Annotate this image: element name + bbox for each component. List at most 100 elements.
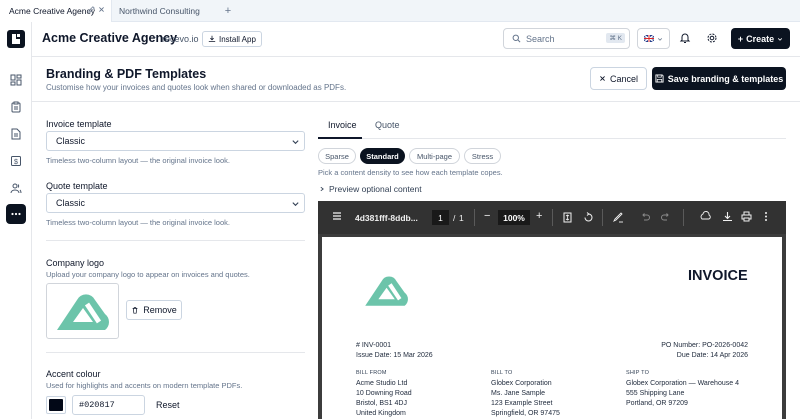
cancel-label: Cancel xyxy=(609,73,638,84)
rotate-icon[interactable] xyxy=(583,212,594,225)
invoice-logo xyxy=(365,276,408,306)
zoom-out-icon[interactable]: − xyxy=(484,210,490,222)
tab-invoice[interactable]: Invoice xyxy=(328,120,357,130)
bill-from-line: Bristol, BS1 4DJ xyxy=(356,400,407,407)
pdf-viewer: 4d381fff-8ddb... 1 / 1 − 100% + INVOICE … xyxy=(318,201,786,419)
invoice-template-help: Timeless two-column layout — the origina… xyxy=(46,156,230,165)
accent-colour-label: Accent colour xyxy=(46,369,101,379)
density-standard[interactable]: Standard xyxy=(360,148,405,164)
download-icon xyxy=(208,35,216,42)
pdf-total-pages: 1 xyxy=(459,213,464,223)
pdf-file-name: 4d381fff-8ddb... xyxy=(355,213,418,223)
preview-optional-toggle[interactable]: Preview optional content xyxy=(319,184,422,194)
accent-colour-input[interactable]: #020817 xyxy=(72,395,145,415)
remove-logo-button[interactable]: Remove xyxy=(126,300,182,320)
pdf-page-input[interactable]: 1 xyxy=(432,210,449,225)
bill-to-line: Globex Corporation xyxy=(491,380,552,387)
save-to-drive-icon[interactable] xyxy=(700,211,711,224)
browser-tab-label: Acme Creative Agency xyxy=(9,6,95,16)
cancel-button[interactable]: Cancel xyxy=(590,67,647,90)
bill-to-line: 123 Example Street xyxy=(491,400,553,407)
active-tab-indicator xyxy=(318,137,362,139)
ship-to-line: Globex Corporation — Warehouse 4 xyxy=(626,380,739,387)
ship-to-line: 555 Shipping Lane xyxy=(626,390,685,397)
more-icon[interactable] xyxy=(6,204,26,224)
more-vertical-icon[interactable] xyxy=(764,211,768,224)
search-placeholder: Search xyxy=(526,33,555,44)
toolbar-divider xyxy=(602,209,603,226)
invoice-template-label: Invoice template xyxy=(46,119,112,129)
dashboard-icon[interactable] xyxy=(6,70,26,90)
accent-colour-help: Used for highlights and accents on moder… xyxy=(46,381,243,390)
reset-colour-button[interactable]: Reset xyxy=(156,400,180,410)
save-branding-button[interactable]: Save branding & templates xyxy=(652,67,786,90)
company-logo-help: Upload your company logo to appear on in… xyxy=(46,270,250,279)
quote-template-label: Quote template xyxy=(46,181,108,191)
document-icon[interactable] xyxy=(6,124,26,144)
density-multi-page[interactable]: Multi-page xyxy=(409,148,460,164)
section-divider xyxy=(46,352,305,353)
language-select[interactable] xyxy=(637,28,670,49)
download-icon[interactable] xyxy=(722,211,733,224)
close-icon xyxy=(600,76,605,81)
save-icon xyxy=(655,74,664,83)
search-icon xyxy=(512,34,521,43)
chevron-down-icon xyxy=(657,37,663,41)
browser-tab-acme[interactable]: Acme Creative Agency xyxy=(0,0,112,22)
bell-icon[interactable] xyxy=(679,32,691,46)
fit-page-icon[interactable] xyxy=(563,212,572,225)
browser-tab-strip: Acme Creative Agency Northwind Consultin… xyxy=(0,0,800,22)
pdf-zoom-level[interactable]: 100% xyxy=(498,210,530,225)
toolbar-divider xyxy=(474,209,475,226)
company-logo-preview[interactable] xyxy=(46,283,119,339)
save-label: Save branding & templates xyxy=(667,73,784,84)
edit-icon[interactable] xyxy=(88,6,95,13)
tab-quote[interactable]: Quote xyxy=(375,120,400,130)
top-bar: Acme Creative Agency · recevo.io Install… xyxy=(32,22,800,57)
quote-template-select[interactable]: Classic xyxy=(46,193,305,213)
zoom-in-icon[interactable]: + xyxy=(536,210,542,222)
density-sparse[interactable]: Sparse xyxy=(318,148,356,164)
bill-to-heading: BILL TO xyxy=(491,370,513,376)
accent-colour-swatch[interactable] xyxy=(46,396,66,414)
clipboard-icon[interactable] xyxy=(6,97,26,117)
invoice-template-select[interactable]: Classic xyxy=(46,131,305,151)
browser-tab-northwind[interactable]: Northwind Consulting xyxy=(112,0,240,22)
chevron-down-icon xyxy=(292,202,299,207)
install-app-button[interactable]: Install App xyxy=(202,31,262,47)
chevron-down-icon xyxy=(778,37,783,41)
density-stress[interactable]: Stress xyxy=(464,148,501,164)
create-button[interactable]: + Create xyxy=(731,28,790,49)
search-input[interactable]: Search ⌘ K xyxy=(503,28,630,49)
new-tab-plus-icon[interactable]: + xyxy=(222,5,234,17)
invoice-po-number: PO Number: PO-2026-0042 xyxy=(661,342,748,349)
redo-icon[interactable] xyxy=(661,212,671,224)
left-rail: $ xyxy=(0,22,32,419)
app-logo[interactable] xyxy=(7,30,25,48)
print-icon[interactable] xyxy=(741,211,752,224)
users-icon[interactable] xyxy=(6,178,26,198)
chevron-right-icon xyxy=(320,186,324,192)
gear-icon[interactable] xyxy=(706,32,718,46)
density-help: Pick a content density to see how each t… xyxy=(318,168,503,177)
invoice-due-date: Due Date: 14 Apr 2026 xyxy=(676,352,748,359)
header-divider xyxy=(32,101,800,102)
bill-to-line: Springfield, OR 97475 xyxy=(491,410,560,417)
create-label: Create xyxy=(746,33,775,44)
preview-optional-label: Preview optional content xyxy=(329,184,422,194)
workspace-domain: recevo.io xyxy=(162,34,199,44)
close-icon[interactable] xyxy=(98,6,105,13)
menu-icon[interactable] xyxy=(332,211,342,223)
remove-label: Remove xyxy=(143,305,177,315)
undo-icon[interactable] xyxy=(640,212,650,224)
section-divider xyxy=(46,240,305,241)
svg-text:$: $ xyxy=(14,159,18,166)
annotate-icon[interactable] xyxy=(612,212,624,225)
pdf-page: INVOICE # INV-0001 Issue Date: 15 Mar 20… xyxy=(322,237,782,419)
quote-template-help: Timeless two-column layout — the origina… xyxy=(46,218,230,227)
search-shortcut: ⌘ K xyxy=(606,33,625,43)
install-app-label: Install App xyxy=(219,34,256,44)
dollar-icon[interactable]: $ xyxy=(6,151,26,171)
page-title: Branding & PDF Templates xyxy=(46,67,207,81)
quote-template-value: Classic xyxy=(56,198,86,208)
